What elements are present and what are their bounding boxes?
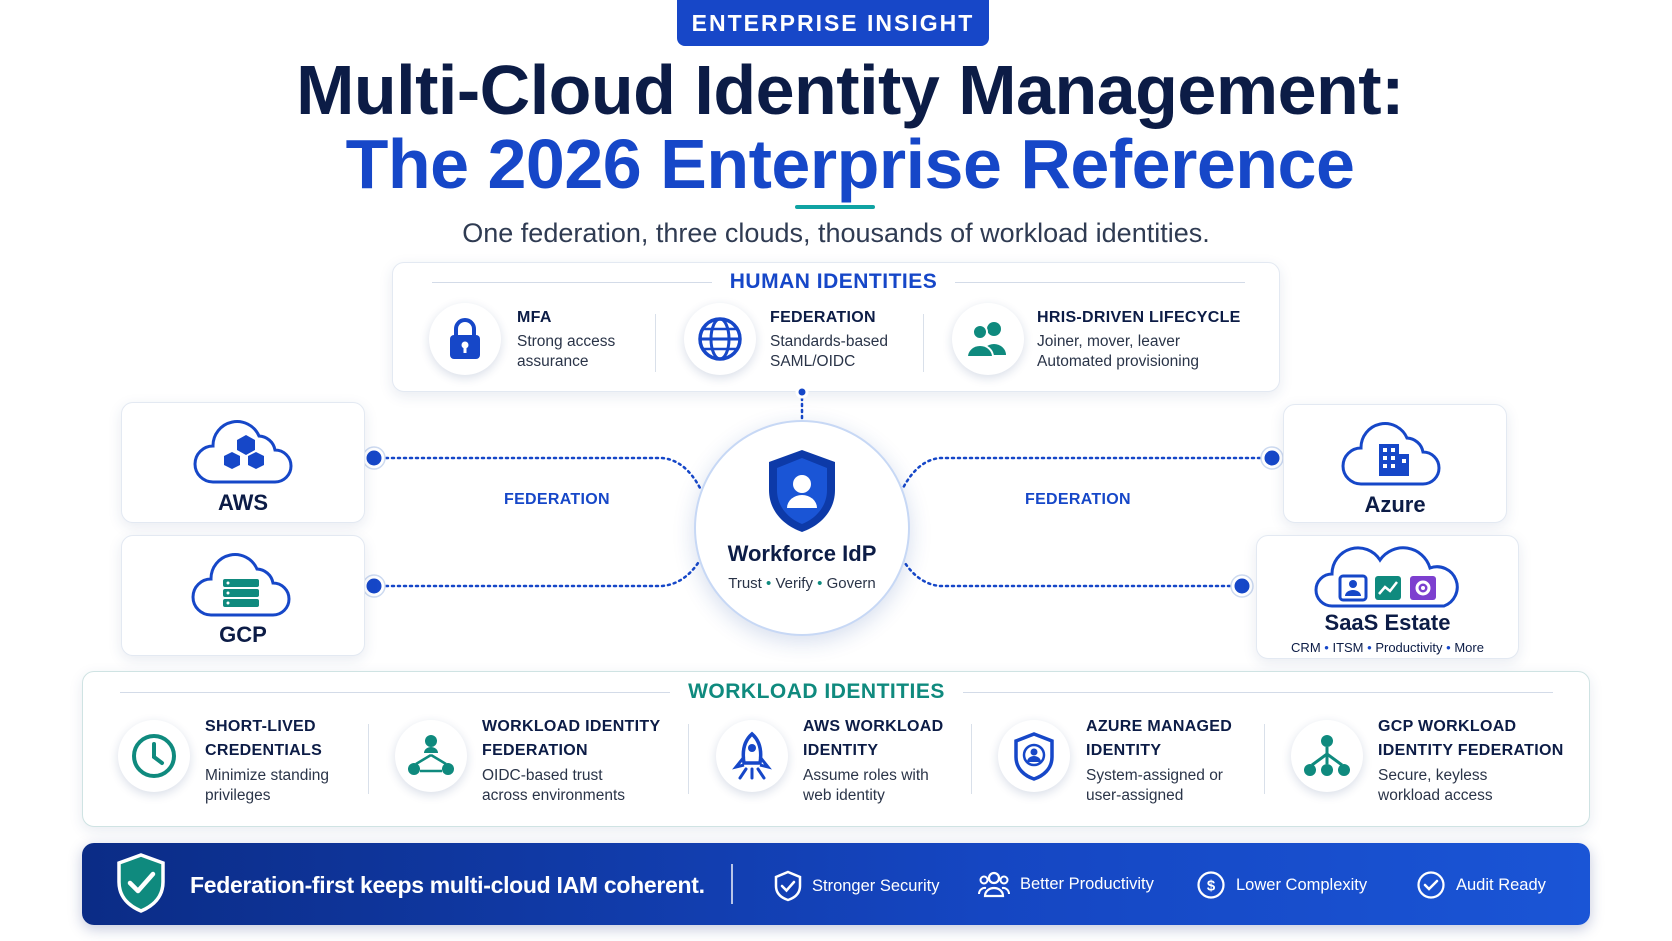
footer-item-complexity: $ Lower Complexity [1196, 870, 1367, 900]
saas-tag-productivity: Productivity [1375, 640, 1443, 655]
azure-label: Azure [1364, 492, 1426, 517]
saas-tags: CRM • ITSM • Productivity • More [1291, 640, 1484, 655]
aws-workload-desc-2: web identity [803, 787, 885, 804]
workload-identities-heading: WORKLOAD IDENTITIES [688, 680, 945, 703]
aws-cloud-icon [193, 420, 293, 484]
footer-item-audit-label: Audit Ready [1456, 875, 1546, 894]
footer-item-audit: Audit Ready [1416, 870, 1546, 900]
workload-divider-3 [971, 724, 972, 794]
gcp-wif-title-2: IDENTITY FEDERATION [1378, 742, 1564, 759]
workload-heading-rule-left [120, 692, 670, 693]
saas-label: SaaS Estate [1324, 610, 1451, 635]
workload-divider-1 [368, 724, 369, 794]
footer-item-security-label: Stronger Security [812, 876, 940, 895]
shield-check-icon [774, 870, 802, 902]
clock-icon [132, 734, 176, 778]
short-lived-icon-circle [118, 720, 190, 792]
aws-workload-title-2: IDENTITY [803, 742, 879, 759]
saas-tag-itsm: ITSM [1332, 640, 1364, 655]
wif-desc-1: OIDC-based trust [482, 767, 603, 784]
azure-managed-title-1: AZURE MANAGED [1086, 718, 1233, 735]
dollar-icon: $ [1197, 871, 1225, 899]
wif-icon-circle [395, 720, 467, 792]
team-icon [978, 871, 1010, 898]
gcp-wif-title-1: GCP WORKLOAD [1378, 718, 1517, 735]
short-lived-title-2: CREDENTIALS [205, 742, 323, 759]
footer-shield-icon [117, 853, 165, 913]
shield-user-icon [1014, 732, 1054, 781]
gcp-wif-desc-1: Secure, keyless [1378, 767, 1488, 784]
hub-tag-govern: Govern [826, 575, 876, 592]
federation-label-right: FEDERATION [1025, 491, 1131, 508]
hierarchy-icon [1304, 735, 1350, 776]
aws-workload-title-1: AWS WORKLOAD [803, 718, 944, 735]
hub-title: Workforce IdP [727, 541, 877, 566]
footer-divider [731, 864, 733, 904]
workload-divider-2 [688, 724, 689, 794]
footer-item-productivity-label: Better Productivity [1020, 874, 1154, 893]
svg-text:$: $ [1207, 878, 1216, 895]
saas-tag-crm: CRM [1291, 640, 1321, 655]
saas-cloud-icon [1314, 546, 1459, 608]
gcp-cloud-icon [191, 553, 291, 617]
rocket-icon [732, 731, 772, 780]
aws-workload-icon-circle [716, 720, 788, 792]
azure-managed-desc-2: user-assigned [1086, 787, 1184, 804]
wif-title-2: FEDERATION [482, 742, 588, 759]
gcp-label: GCP [219, 622, 267, 647]
hub-tags: Trust • Verify • Govern [728, 575, 876, 592]
azure-managed-icon-circle [998, 720, 1070, 792]
footer-message: Federation-first keeps multi-cloud IAM c… [190, 872, 705, 898]
wif-desc-2: across environments [482, 787, 626, 804]
gcp-wif-desc-2: workload access [1378, 787, 1493, 804]
footer-item-security: Stronger Security [774, 870, 939, 902]
aws-workload-desc-1: Assume roles with [803, 767, 929, 784]
network-icon [408, 735, 454, 775]
workload-heading-rule-right [963, 692, 1553, 693]
footer-item-productivity: Better Productivity [978, 870, 1154, 898]
check-circle-icon [1417, 871, 1445, 899]
hub-tag-trust: Trust [728, 575, 762, 592]
saas-tag-more: More [1454, 640, 1484, 655]
azure-cloud-icon [1341, 422, 1441, 486]
short-lived-desc-2: privileges [205, 787, 271, 804]
azure-managed-desc-1: System-assigned or [1086, 767, 1223, 784]
short-lived-desc-1: Minimize standing [205, 767, 330, 784]
shield-user-hub-icon [769, 450, 835, 532]
federation-label-left: FEDERATION [504, 491, 610, 508]
footer-item-complexity-label: Lower Complexity [1236, 875, 1368, 894]
azure-managed-title-2: IDENTITY [1086, 742, 1162, 759]
wif-title-1: WORKLOAD IDENTITY [482, 718, 661, 735]
workload-divider-4 [1264, 724, 1265, 794]
short-lived-title-1: SHORT-LIVED [205, 718, 316, 735]
aws-label: AWS [217, 490, 269, 515]
hub-tag-verify: Verify [775, 575, 813, 592]
gcp-wif-icon-circle [1291, 720, 1363, 792]
